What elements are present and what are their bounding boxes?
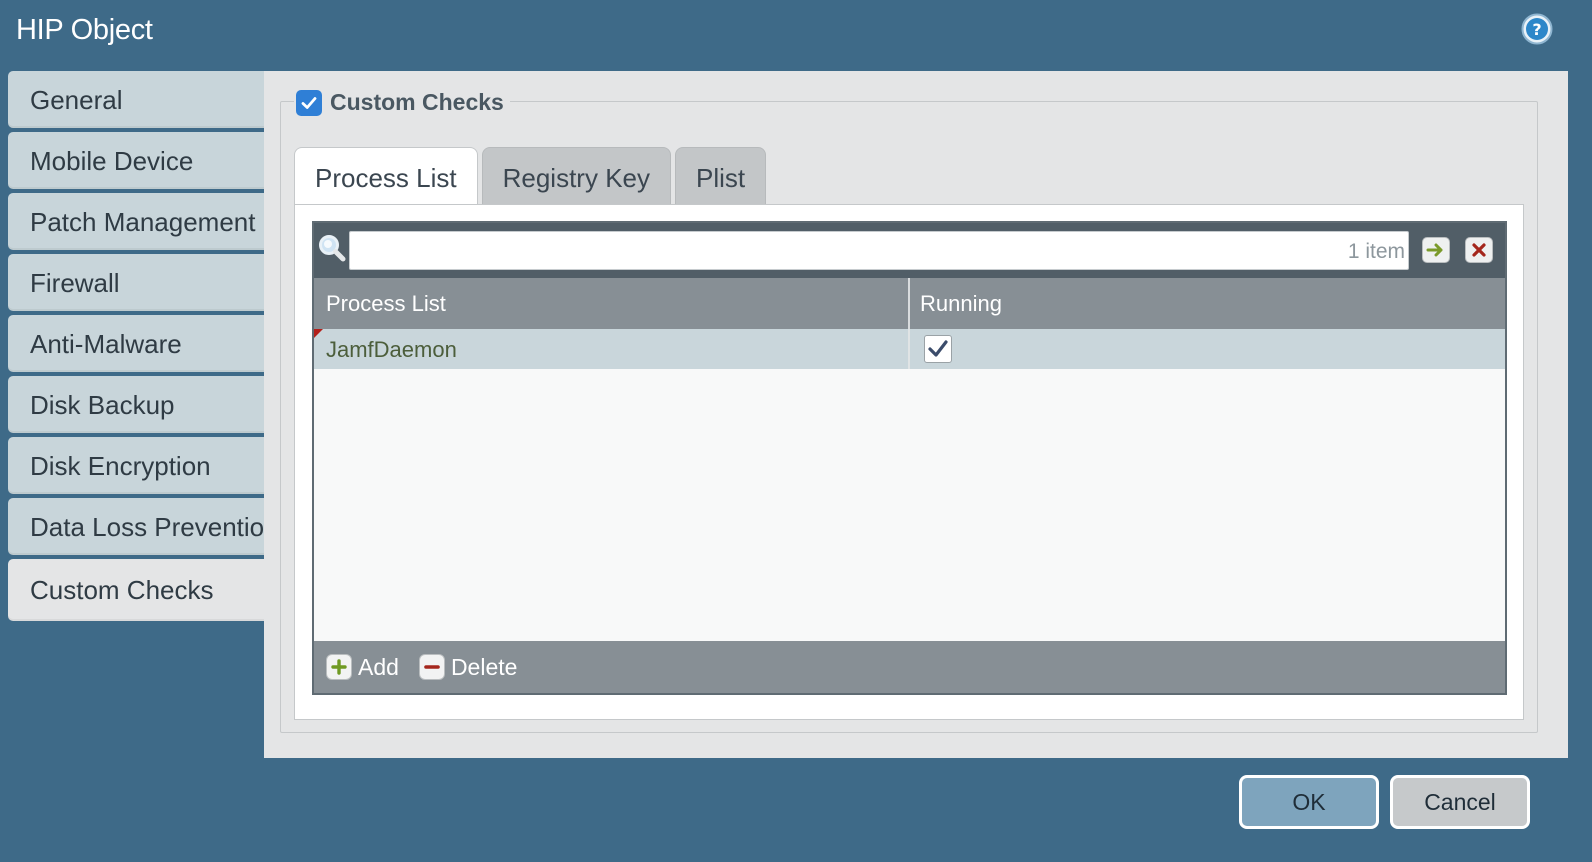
tab-process-list[interactable]: Process List: [294, 147, 478, 205]
sidebar-item-patch-management[interactable]: Patch Management: [8, 193, 264, 250]
svg-text:?: ?: [1532, 20, 1541, 39]
sidebar-item-firewall[interactable]: Firewall: [8, 254, 264, 311]
modified-marker: [314, 329, 323, 338]
search-icon: [319, 235, 346, 262]
sidebar-item-mobile-device[interactable]: Mobile Device: [8, 132, 264, 189]
filter-input[interactable]: [349, 231, 1409, 270]
checkmark-icon: [301, 96, 317, 109]
grid-footer: Add Delete: [314, 641, 1505, 693]
clear-filter-button[interactable]: [1465, 237, 1493, 263]
custom-checks-legend: Custom Checks: [294, 89, 510, 116]
custom-checks-checkbox[interactable]: [296, 89, 322, 116]
custom-checks-label: Custom Checks: [330, 89, 504, 115]
checkmark-icon: [928, 340, 948, 357]
sidebar-item-disk-encryption[interactable]: Disk Encryption: [8, 437, 264, 494]
plus-icon: [326, 654, 352, 680]
dialog-title: HIP Object: [16, 14, 153, 46]
process-list-panel: 1 item Process List Running JamfDaemon A…: [294, 204, 1524, 720]
sidebar-item-custom-checks[interactable]: Custom Checks: [8, 559, 264, 621]
cancel-button[interactable]: Cancel: [1390, 775, 1530, 829]
apply-filter-button[interactable]: [1422, 237, 1450, 263]
ok-button[interactable]: OK: [1239, 775, 1379, 829]
tab-bar: Process List Registry Key Plist: [294, 147, 767, 205]
process-list-grid: 1 item Process List Running JamfDaemon A…: [312, 221, 1507, 695]
grid-toolbar: 1 item: [314, 223, 1505, 278]
running-checkbox[interactable]: [924, 335, 952, 363]
item-count: 1 item: [1347, 240, 1405, 263]
running-cell[interactable]: [910, 329, 1505, 369]
column-header-running[interactable]: Running: [910, 278, 1505, 329]
sidebar-item-anti-malware[interactable]: Anti-Malware: [8, 315, 264, 372]
process-name: JamfDaemon: [326, 337, 457, 362]
sidebar: General Mobile Device Patch Management F…: [8, 71, 279, 625]
delete-label: Delete: [450, 653, 518, 680]
arrow-right-icon: [1426, 243, 1443, 257]
minus-icon: [418, 654, 445, 680]
sidebar-item-disk-backup[interactable]: Disk Backup: [8, 376, 264, 433]
tab-registry-key[interactable]: Registry Key: [481, 147, 671, 204]
help-circle-icon[interactable]: ?: [1521, 13, 1553, 45]
close-x-icon: [1472, 243, 1486, 257]
add-label: Add: [358, 653, 399, 680]
grid-header: Process List Running: [314, 278, 1505, 329]
column-header-process-list[interactable]: Process List: [314, 278, 910, 329]
sidebar-item-general[interactable]: General: [8, 71, 264, 128]
delete-button[interactable]: Delete: [418, 653, 518, 681]
table-row[interactable]: JamfDaemon: [314, 329, 1505, 369]
process-name-cell[interactable]: JamfDaemon: [314, 329, 910, 369]
tab-plist[interactable]: Plist: [675, 147, 767, 204]
add-button[interactable]: Add: [326, 654, 399, 681]
sidebar-item-data-loss-prevention[interactable]: Data Loss Prevention: [8, 498, 279, 555]
